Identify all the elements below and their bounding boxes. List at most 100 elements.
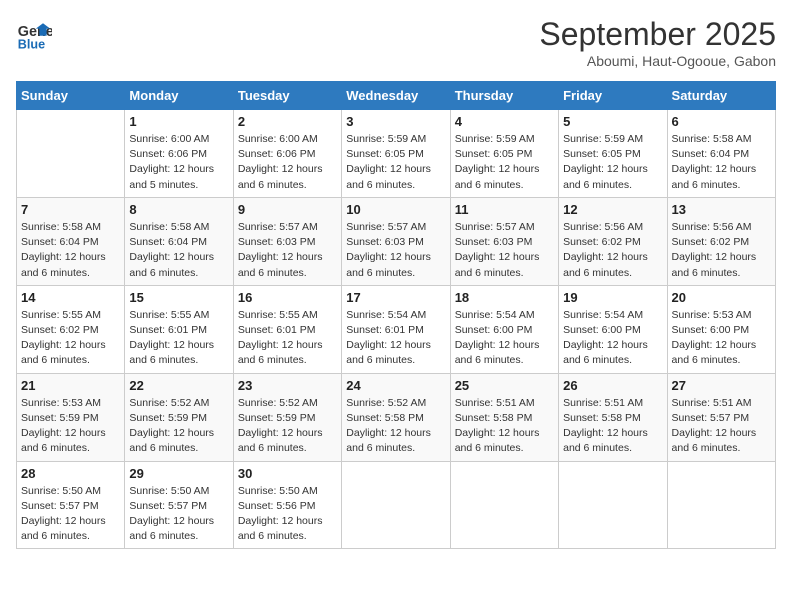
svg-text:Blue: Blue <box>18 37 45 51</box>
calendar-cell: 4 Sunrise: 5:59 AM Sunset: 6:05 PM Daylig… <box>450 110 558 198</box>
day-number: 1 <box>129 114 228 129</box>
day-number: 4 <box>455 114 554 129</box>
calendar-cell <box>342 461 450 549</box>
day-info: Sunrise: 5:59 AM Sunset: 6:05 PM Dayligh… <box>455 132 554 193</box>
day-info: Sunrise: 5:50 AM Sunset: 5:56 PM Dayligh… <box>238 484 337 545</box>
calendar-cell: 19 Sunrise: 5:54 AM Sunset: 6:00 PM Dayli… <box>559 285 667 373</box>
calendar-cell: 27 Sunrise: 5:51 AM Sunset: 5:57 PM Dayli… <box>667 373 775 461</box>
day-info: Sunrise: 5:53 AM Sunset: 6:00 PM Dayligh… <box>672 308 771 369</box>
calendar-cell: 3 Sunrise: 5:59 AM Sunset: 6:05 PM Daylig… <box>342 110 450 198</box>
day-number: 25 <box>455 378 554 393</box>
day-number: 21 <box>21 378 120 393</box>
calendar-cell: 20 Sunrise: 5:53 AM Sunset: 6:00 PM Dayli… <box>667 285 775 373</box>
day-info: Sunrise: 5:58 AM Sunset: 6:04 PM Dayligh… <box>129 220 228 281</box>
location-subtitle: Aboumi, Haut-Ogooue, Gabon <box>539 53 776 69</box>
day-info: Sunrise: 5:50 AM Sunset: 5:57 PM Dayligh… <box>21 484 120 545</box>
day-info: Sunrise: 5:57 AM Sunset: 6:03 PM Dayligh… <box>346 220 445 281</box>
day-info: Sunrise: 6:00 AM Sunset: 6:06 PM Dayligh… <box>129 132 228 193</box>
day-number: 24 <box>346 378 445 393</box>
calendar-cell: 29 Sunrise: 5:50 AM Sunset: 5:57 PM Dayli… <box>125 461 233 549</box>
col-header-saturday: Saturday <box>667 82 775 110</box>
calendar-cell: 11 Sunrise: 5:57 AM Sunset: 6:03 PM Dayli… <box>450 197 558 285</box>
day-info: Sunrise: 5:59 AM Sunset: 6:05 PM Dayligh… <box>346 132 445 193</box>
day-number: 30 <box>238 466 337 481</box>
day-info: Sunrise: 5:50 AM Sunset: 5:57 PM Dayligh… <box>129 484 228 545</box>
day-info: Sunrise: 5:51 AM Sunset: 5:57 PM Dayligh… <box>672 396 771 457</box>
day-info: Sunrise: 5:55 AM Sunset: 6:01 PM Dayligh… <box>129 308 228 369</box>
day-number: 22 <box>129 378 228 393</box>
calendar-cell: 6Sunrise: 5:58 AM Sunset: 6:04 PM Daylig… <box>667 110 775 198</box>
calendar-cell: 13Sunrise: 5:56 AM Sunset: 6:02 PM Dayli… <box>667 197 775 285</box>
day-info: Sunrise: 5:52 AM Sunset: 5:59 PM Dayligh… <box>238 396 337 457</box>
title-block: September 2025 Aboumi, Haut-Ogooue, Gabo… <box>539 16 776 69</box>
day-number: 5 <box>563 114 662 129</box>
calendar-cell: 10 Sunrise: 5:57 AM Sunset: 6:03 PM Dayli… <box>342 197 450 285</box>
calendar-cell: 25 Sunrise: 5:51 AM Sunset: 5:58 PM Dayli… <box>450 373 558 461</box>
calendar-cell: 17Sunrise: 5:54 AM Sunset: 6:01 PM Dayli… <box>342 285 450 373</box>
calendar-cell: 16 Sunrise: 5:55 AM Sunset: 6:01 PM Dayli… <box>233 285 341 373</box>
calendar-table: SundayMondayTuesdayWednesdayThursdayFrid… <box>16 81 776 549</box>
header-row: SundayMondayTuesdayWednesdayThursdayFrid… <box>17 82 776 110</box>
calendar-cell: 15 Sunrise: 5:55 AM Sunset: 6:01 PM Dayli… <box>125 285 233 373</box>
day-number: 9 <box>238 202 337 217</box>
col-header-sunday: Sunday <box>17 82 125 110</box>
calendar-cell: 18Sunrise: 5:54 AM Sunset: 6:00 PM Dayli… <box>450 285 558 373</box>
day-info: Sunrise: 5:51 AM Sunset: 5:58 PM Dayligh… <box>563 396 662 457</box>
calendar-cell <box>667 461 775 549</box>
day-number: 7 <box>21 202 120 217</box>
month-title: September 2025 <box>539 16 776 53</box>
day-info: Sunrise: 5:55 AM Sunset: 6:02 PM Dayligh… <box>21 308 120 369</box>
col-header-thursday: Thursday <box>450 82 558 110</box>
day-number: 3 <box>346 114 445 129</box>
day-info: Sunrise: 5:59 AM Sunset: 6:05 PM Dayligh… <box>563 132 662 193</box>
day-number: 11 <box>455 202 554 217</box>
day-info: Sunrise: 5:57 AM Sunset: 6:03 PM Dayligh… <box>455 220 554 281</box>
calendar-cell: 28Sunrise: 5:50 AM Sunset: 5:57 PM Dayli… <box>17 461 125 549</box>
day-number: 14 <box>21 290 120 305</box>
col-header-wednesday: Wednesday <box>342 82 450 110</box>
day-number: 29 <box>129 466 228 481</box>
day-info: Sunrise: 6:00 AM Sunset: 6:06 PM Dayligh… <box>238 132 337 193</box>
calendar-cell: 5 Sunrise: 5:59 AM Sunset: 6:05 PM Daylig… <box>559 110 667 198</box>
day-info: Sunrise: 5:56 AM Sunset: 6:02 PM Dayligh… <box>563 220 662 281</box>
day-number: 10 <box>346 202 445 217</box>
day-info: Sunrise: 5:54 AM Sunset: 6:01 PM Dayligh… <box>346 308 445 369</box>
day-info: Sunrise: 5:58 AM Sunset: 6:04 PM Dayligh… <box>672 132 771 193</box>
day-info: Sunrise: 5:53 AM Sunset: 5:59 PM Dayligh… <box>21 396 120 457</box>
calendar-cell: 21 Sunrise: 5:53 AM Sunset: 5:59 PM Dayli… <box>17 373 125 461</box>
calendar-cell: 14 Sunrise: 5:55 AM Sunset: 6:02 PM Dayli… <box>17 285 125 373</box>
week-row-5: 28Sunrise: 5:50 AM Sunset: 5:57 PM Dayli… <box>17 461 776 549</box>
day-info: Sunrise: 5:57 AM Sunset: 6:03 PM Dayligh… <box>238 220 337 281</box>
day-info: Sunrise: 5:55 AM Sunset: 6:01 PM Dayligh… <box>238 308 337 369</box>
logo-icon: General Blue <box>16 16 52 52</box>
day-number: 27 <box>672 378 771 393</box>
calendar-cell <box>450 461 558 549</box>
day-info: Sunrise: 5:52 AM Sunset: 5:58 PM Dayligh… <box>346 396 445 457</box>
calendar-cell: 2Sunrise: 6:00 AM Sunset: 6:06 PM Daylig… <box>233 110 341 198</box>
calendar-cell <box>559 461 667 549</box>
day-number: 16 <box>238 290 337 305</box>
day-info: Sunrise: 5:58 AM Sunset: 6:04 PM Dayligh… <box>21 220 120 281</box>
day-number: 15 <box>129 290 228 305</box>
logo: General Blue <box>16 16 52 52</box>
day-number: 13 <box>672 202 771 217</box>
day-info: Sunrise: 5:54 AM Sunset: 6:00 PM Dayligh… <box>455 308 554 369</box>
day-info: Sunrise: 5:51 AM Sunset: 5:58 PM Dayligh… <box>455 396 554 457</box>
calendar-cell: 7 Sunrise: 5:58 AM Sunset: 6:04 PM Daylig… <box>17 197 125 285</box>
week-row-3: 14 Sunrise: 5:55 AM Sunset: 6:02 PM Dayli… <box>17 285 776 373</box>
calendar-cell: 24 Sunrise: 5:52 AM Sunset: 5:58 PM Dayli… <box>342 373 450 461</box>
col-header-friday: Friday <box>559 82 667 110</box>
calendar-cell <box>17 110 125 198</box>
page-header: General Blue September 2025 Aboumi, Haut… <box>16 16 776 69</box>
calendar-cell: 1 Sunrise: 6:00 AM Sunset: 6:06 PM Daylig… <box>125 110 233 198</box>
calendar-cell: 8Sunrise: 5:58 AM Sunset: 6:04 PM Daylig… <box>125 197 233 285</box>
col-header-monday: Monday <box>125 82 233 110</box>
calendar-cell: 22Sunrise: 5:52 AM Sunset: 5:59 PM Dayli… <box>125 373 233 461</box>
day-info: Sunrise: 5:54 AM Sunset: 6:00 PM Dayligh… <box>563 308 662 369</box>
day-number: 19 <box>563 290 662 305</box>
week-row-4: 21 Sunrise: 5:53 AM Sunset: 5:59 PM Dayli… <box>17 373 776 461</box>
week-row-1: 1 Sunrise: 6:00 AM Sunset: 6:06 PM Daylig… <box>17 110 776 198</box>
day-number: 20 <box>672 290 771 305</box>
day-number: 23 <box>238 378 337 393</box>
col-header-tuesday: Tuesday <box>233 82 341 110</box>
